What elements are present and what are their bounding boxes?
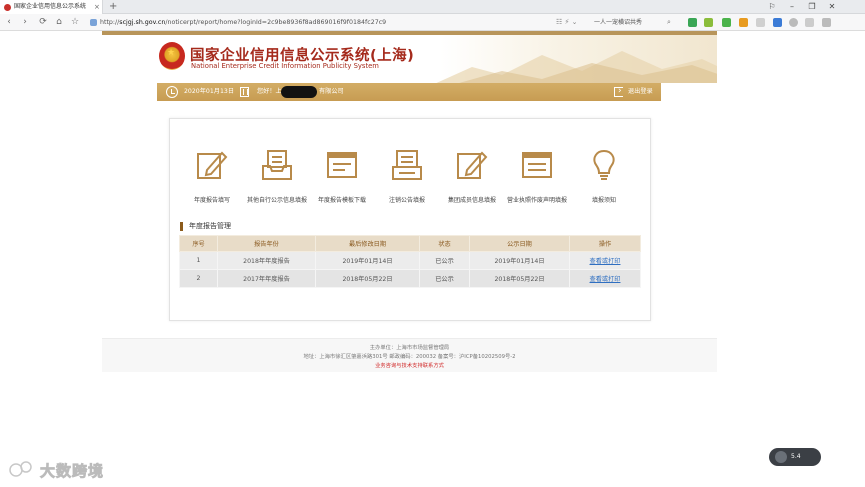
func-filing-notes[interactable]: 填报须知 [569,148,639,204]
clock-icon [166,86,178,98]
national-emblem-icon: ★ [159,42,185,70]
back-button[interactable]: ‹ [3,14,15,31]
col-header-action: 操作 [569,235,641,252]
redacted-company-name [281,86,317,98]
new-tab-button[interactable]: + [109,0,117,13]
search-icon[interactable]: ⌕ [667,14,671,31]
maximize-button[interactable]: ❐ [805,0,819,14]
undo-icon[interactable] [805,18,814,27]
reload-icon[interactable]: ⟳ [37,14,49,31]
pin-window-icon[interactable]: ⚐ [765,0,779,14]
cell-published: 2019年01月14日 [469,251,570,270]
greeting-prefix: 您好！上 [257,88,282,95]
col-header-published: 公示日期 [469,235,570,252]
minimize-button[interactable]: – [785,0,799,14]
url-prefix: http:// [100,19,120,26]
footer-sponsor: 主办单位：上海市市场监督管理局 [369,345,450,351]
cell-modified: 2019年01月14日 [315,251,420,270]
table-row: 1 2018年年度报告 2019年01月14日 已公示 2019年01月14日 … [179,251,641,270]
annual-report-table: 序号 报告年份 最后修改日期 状态 公示日期 操作 1 2018年年度报告 20… [179,235,641,288]
func-annual-report-fill[interactable]: 年度报告填写 [177,148,247,204]
browser-tab-bar: 国家企业信用信息公示系统 × + ⚐ – ❐ ✕ [0,0,865,14]
edit-form-icon [197,151,228,179]
cell-no: 2 [179,269,218,288]
bookmark-star-icon[interactable]: ☆ [69,14,81,31]
func-label: 填报须知 [591,197,616,204]
user-info-bar: 2020年01月13日 您好！上 有限公司 退出登录 [157,82,661,101]
extension-shield-icon[interactable] [739,18,748,27]
current-date: 2020年01月13日 [184,88,235,95]
view-print-link[interactable]: 查看或打印 [590,276,621,283]
cell-action: 查看或打印 [569,251,641,270]
cell-status: 已公示 [419,269,470,288]
browser-search-input[interactable]: 一人一宠横诏共秀 [590,17,678,28]
home-button[interactable]: ⌂ [53,14,65,31]
watermark-text: 大数跨境 [40,462,105,481]
url-path: /noticerpt/report/home?loginId=2c9be8936… [165,19,387,26]
table-row: 2 2017年年度报告 2018年05月22日 已公示 2018年05月22日 … [179,269,641,288]
func-template-download[interactable]: 年度报告模板下载 [307,148,377,204]
forward-button[interactable]: › [19,14,31,31]
footer-address: 地址：上海市徐汇区肇嘉浜路301号 邮政编码：200032 备案号：沪ICP备1… [303,354,516,360]
greeting-suffix: 有限公司 [319,88,344,95]
col-header-year: 报告年份 [217,235,316,252]
landscape-decoration-icon [436,51,717,83]
browser-tab-title: 国家企业信用信息公示系统 [14,3,87,10]
func-cancel-notice[interactable]: 注销公告填报 [372,148,442,204]
cell-status: 已公示 [419,251,470,270]
license-void-icon [522,152,552,178]
floating-assistant-button[interactable]: 5.4 [769,448,821,466]
template-download-icon [327,152,357,178]
cell-action: 查看或打印 [569,269,641,288]
logout-icon[interactable] [614,82,623,100]
col-header-no: 序号 [179,235,218,252]
func-group-member[interactable]: 集团成员信息填报 [437,148,507,204]
building-icon [240,87,249,97]
watermark-logo-icon [9,461,32,477]
cell-no: 1 [179,251,218,270]
cell-modified: 2018年05月22日 [315,269,420,288]
table-header-row: 序号 报告年份 最后修改日期 状态 公示日期 操作 [179,235,641,252]
col-header-modified: 最后修改日期 [315,235,420,252]
menu-icon[interactable] [822,18,831,27]
col-header-status: 状态 [419,235,470,252]
browser-tab[interactable]: 国家企业信用信息公示系统 × [0,0,103,14]
headset-icon[interactable] [789,18,798,27]
func-other-disclosure[interactable]: 其他自行公示信息填报 [242,148,312,204]
close-window-button[interactable]: ✕ [825,0,839,14]
report-section-title: 年度报告管理 [180,222,231,231]
func-license-void[interactable]: 营业执照作废声明填报 [502,148,572,204]
lightbulb-icon [593,149,615,180]
site-subtitle: National Enterprise Credit Information P… [191,62,379,70]
browser-address-bar: ‹ › ⟳ ⌂ ☆ http://scjgj.sh.gov.cn/noticer… [0,14,865,31]
extension-wechat-icon[interactable] [722,18,731,27]
group-member-icon [457,151,488,179]
cell-published: 2018年05月22日 [469,269,570,288]
cell-year: 2017年年度报告 [217,269,316,288]
security-shield-icon [90,19,97,26]
cancel-notice-icon [392,150,422,180]
document-tray-icon [262,150,292,180]
footer-support-link[interactable]: 业务咨询与技术支持联系方式 [102,361,717,369]
extension-mail-icon[interactable] [756,18,765,27]
url-input[interactable]: http://scjgj.sh.gov.cn/noticerpt/report/… [86,16,586,29]
site-header: ★ 国家企业信用信息公示系统(上海) National Enterprise C… [102,35,717,83]
extension-apps-icon[interactable] [773,18,782,27]
logout-link[interactable]: 退出登录 [628,83,653,101]
floating-button-label: 5.4 [791,453,801,460]
extension-green-icon[interactable] [688,18,697,27]
url-tools[interactable]: ☷ ⚡ ⌄ [556,14,578,31]
cell-year: 2018年年度报告 [217,251,316,270]
site-favicon-icon [4,4,11,11]
view-print-link[interactable]: 查看或打印 [590,258,621,265]
extension-scissors-icon[interactable] [704,18,713,27]
url-host: scjgj.sh.gov.cn [119,19,166,26]
tab-close-icon[interactable]: × [94,0,100,14]
assistant-avatar-icon [775,450,787,463]
site-footer: 主办单位：上海市市场监督管理局 地址：上海市徐汇区肇嘉浜路301号 邮政编码：2… [102,338,717,372]
